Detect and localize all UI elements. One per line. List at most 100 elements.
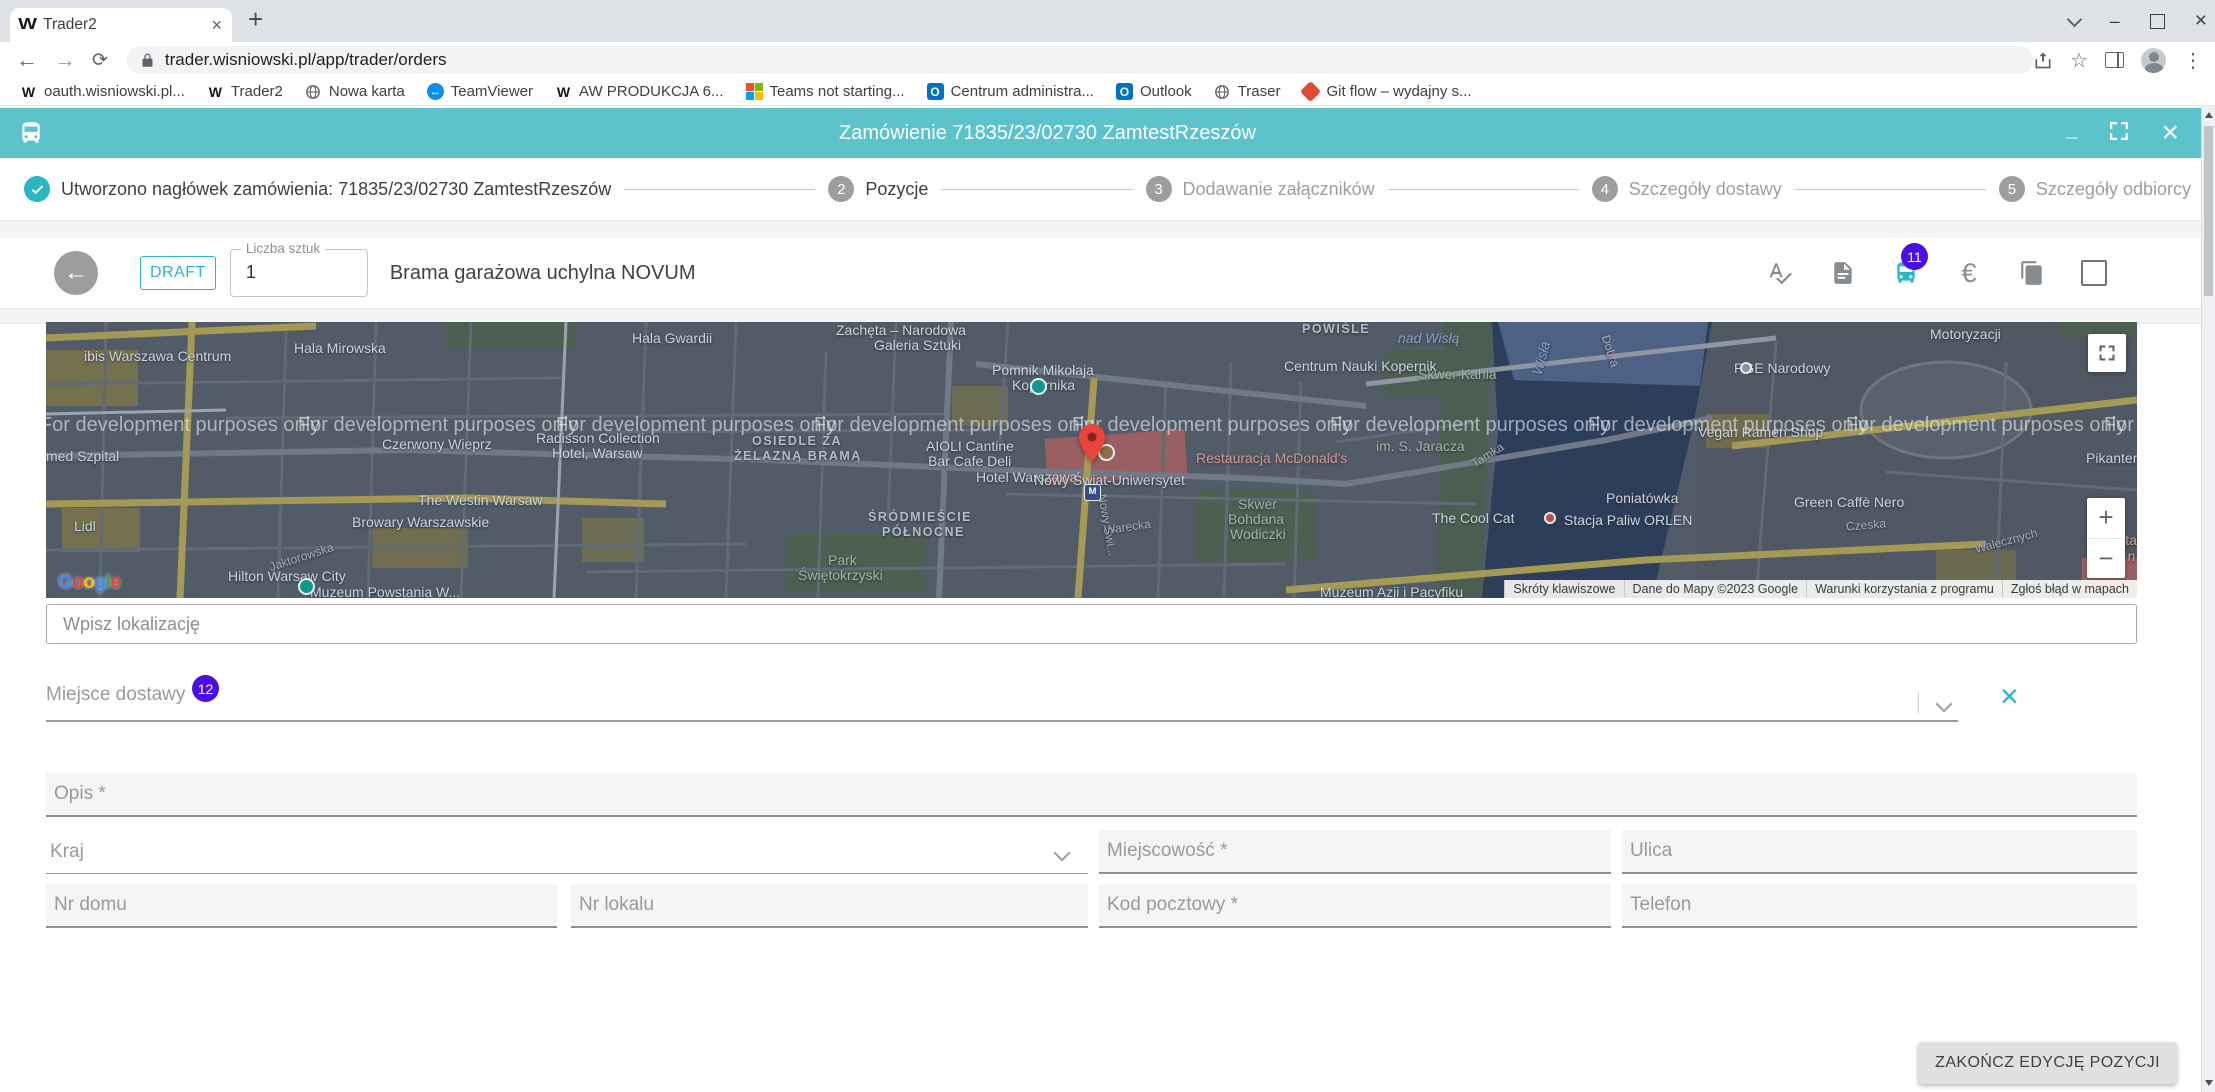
map-fullscreen-button[interactable] xyxy=(2088,334,2126,372)
tab-strip: W Trader2 × + – × xyxy=(0,0,2215,42)
delivery-button[interactable]: 11 xyxy=(1892,259,1920,287)
quantity-field[interactable]: Liczba sztuk xyxy=(230,249,368,297)
stepper-connector xyxy=(1795,189,1986,190)
tab-title: Trader2 xyxy=(43,16,203,34)
dialog-title: Zamówienie 71835/23/02730 ZamtestRzeszów xyxy=(0,122,2095,145)
dialog-fullscreen-icon[interactable] xyxy=(2107,119,2131,148)
step-szczegoly-odbiorcy[interactable]: 5 Szczegóły odbiorcy xyxy=(1999,176,2191,202)
bookmark-label: Git flow – wydajny s... xyxy=(1326,83,1471,100)
map-label: Hilton Warsaw City xyxy=(228,568,346,584)
scroll-up-icon[interactable] xyxy=(2205,112,2213,118)
house-number-label: Nr domu xyxy=(54,894,127,916)
city-field[interactable]: Miejscowość * xyxy=(1099,830,1611,874)
map-poi-icon xyxy=(1544,512,1556,524)
forward-icon[interactable]: → xyxy=(54,47,76,73)
map-data-link[interactable]: Dane do Mapy ©2023 Google xyxy=(1624,580,1807,598)
dialog-minimize-icon[interactable]: _ xyxy=(2065,116,2077,142)
bookmark-teamviewer[interactable]: ↔TeamViewer xyxy=(419,81,541,102)
bookmark-nowa-karta[interactable]: Nowa karta xyxy=(297,81,413,102)
street-field[interactable]: Ulica xyxy=(1622,830,2137,874)
location-search-field[interactable] xyxy=(46,604,2137,644)
bookmark-oauth-wisniowski-pl[interactable]: Woauth.wisniowski.pl... xyxy=(12,81,193,102)
map-label: Hala Gwardii xyxy=(632,330,712,346)
map-label: Galeria Sztuki xyxy=(874,337,961,353)
zoom-in-button[interactable]: + xyxy=(2087,498,2125,539)
map-label: Motoryzacji xyxy=(1930,326,2001,342)
document-button[interactable] xyxy=(1829,259,1857,287)
step-zalaczniki[interactable]: 3 Dodawanie załączników xyxy=(1146,176,1375,202)
step-header-created[interactable]: Utworzono nagłówek zamówienia: 71835/23/… xyxy=(24,176,611,202)
bookmark-trader2[interactable]: WTrader2 xyxy=(199,81,291,102)
postal-code-field[interactable]: Kod pocztowy * xyxy=(1099,884,1611,928)
apartment-number-field[interactable]: Nr lokalu xyxy=(571,884,1088,928)
map-poi-icon xyxy=(298,578,315,595)
window-minimize-button[interactable]: – xyxy=(2110,11,2120,32)
zoom-out-button[interactable]: − xyxy=(2087,539,2125,579)
location-search-input[interactable] xyxy=(47,605,2136,643)
copy-button[interactable] xyxy=(2018,259,2046,287)
map-label: AIOLI Cantine xyxy=(926,438,1014,454)
map-watermark: For development purposes only xyxy=(1846,414,2126,437)
teamviewer-icon: ↔ xyxy=(427,83,444,100)
window-close-button[interactable]: × xyxy=(2195,9,2207,33)
map-label: ŚRÓDMIEŚCIE xyxy=(868,510,972,524)
map-report-link[interactable]: Zgłoś błąd w mapach xyxy=(2002,580,2137,598)
bookmark-label: Nowa karta xyxy=(329,83,405,100)
chrome-menu-icon[interactable]: ⋮ xyxy=(2183,48,2203,73)
select-checkbox[interactable] xyxy=(2081,260,2107,286)
country-chevron-icon[interactable] xyxy=(1054,845,1071,862)
page-scrollbar[interactable] xyxy=(2201,106,2215,1092)
map-shortcuts-link[interactable]: Skróty klawiszowe xyxy=(1504,580,1623,598)
google-map[interactable]: Zachęta – NarodowaGaleria SztukiHala Gwa… xyxy=(46,322,2137,598)
step-szczegoly-dostawy[interactable]: 4 Szczegóły dostawy xyxy=(1592,176,1782,202)
step-pozycje[interactable]: 2 Pozycje xyxy=(828,176,928,202)
delivery-place-clear-icon[interactable]: × xyxy=(2000,678,2019,715)
map-label: Czerwony Wieprz xyxy=(382,436,492,452)
scroll-down-icon[interactable] xyxy=(2205,1080,2213,1086)
finish-edit-button[interactable]: ZAKOŃCZ EDYCJĘ POZYCJI xyxy=(1918,1042,2177,1084)
map-label: med Szpital xyxy=(46,448,119,464)
street-label: Ulica xyxy=(1630,840,1672,862)
order-dialog-header: Zamówienie 71835/23/02730 ZamtestRzeszów… xyxy=(0,108,2215,158)
back-icon[interactable]: ← xyxy=(16,47,38,73)
tab-search-chevron-icon[interactable] xyxy=(2066,11,2082,27)
url-omnibox[interactable]: trader.wisniowski.pl/app/trader/orders xyxy=(126,46,2033,74)
tab-close-icon[interactable]: × xyxy=(211,15,222,36)
spellcheck-button[interactable] xyxy=(1766,259,1794,287)
bookmark-teams-not-starting[interactable]: Teams not starting... xyxy=(738,81,913,102)
google-logo[interactable]: Google xyxy=(58,572,120,594)
quantity-input[interactable] xyxy=(244,261,348,284)
bookmark-centrum-administra[interactable]: OCentrum administra... xyxy=(919,81,1102,102)
delivery-place-select[interactable] xyxy=(46,720,1958,722)
back-button[interactable]: ← xyxy=(54,251,98,295)
price-euro-button[interactable]: € xyxy=(1955,259,1983,287)
delivery-place-chevron-icon[interactable] xyxy=(1936,696,1953,713)
map-marker[interactable] xyxy=(1079,424,1105,462)
address-bar: ← → ⟳ trader.wisniowski.pl/app/trader/or… xyxy=(0,42,2215,78)
scrollbar-thumb[interactable] xyxy=(2204,126,2213,296)
browser-tab[interactable]: W Trader2 × xyxy=(10,8,232,42)
phone-field[interactable]: Telefon xyxy=(1622,884,2137,928)
map-poi-icon: M xyxy=(1084,484,1101,501)
description-field[interactable]: Opis * xyxy=(46,773,2137,817)
bookmark-traser[interactable]: Traser xyxy=(1206,81,1289,102)
profile-avatar[interactable] xyxy=(2141,48,2166,73)
dialog-close-icon[interactable]: × xyxy=(2161,116,2179,150)
share-icon[interactable] xyxy=(2033,50,2053,70)
new-tab-button[interactable]: + xyxy=(248,4,263,35)
reload-icon[interactable]: ⟳ xyxy=(92,49,108,72)
country-select[interactable]: Kraj xyxy=(46,830,1088,874)
side-panel-icon[interactable] xyxy=(2105,52,2124,68)
map-watermark: For development purposes only xyxy=(1330,414,1610,437)
bookmark-git-flow-wydajny-s[interactable]: Git flow – wydajny s... xyxy=(1294,81,1479,102)
house-number-field[interactable]: Nr domu xyxy=(46,884,557,928)
map-terms-link[interactable]: Warunki korzystania z programu xyxy=(1806,580,2002,598)
map-watermark: For development purposes only xyxy=(556,414,836,437)
bookmark-star-icon[interactable]: ☆ xyxy=(2070,48,2088,73)
step-1-label: Utworzono nagłówek zamówienia: 71835/23/… xyxy=(61,179,611,200)
stepper-connector xyxy=(1388,189,1579,190)
bookmark-outlook[interactable]: OOutlook xyxy=(1108,81,1200,102)
bookmark-aw-produkcja-6[interactable]: WAW PRODUKCJA 6... xyxy=(547,81,731,102)
window-maximize-button[interactable] xyxy=(2150,14,2165,29)
bookmark-label: AW PRODUKCJA 6... xyxy=(579,83,723,100)
